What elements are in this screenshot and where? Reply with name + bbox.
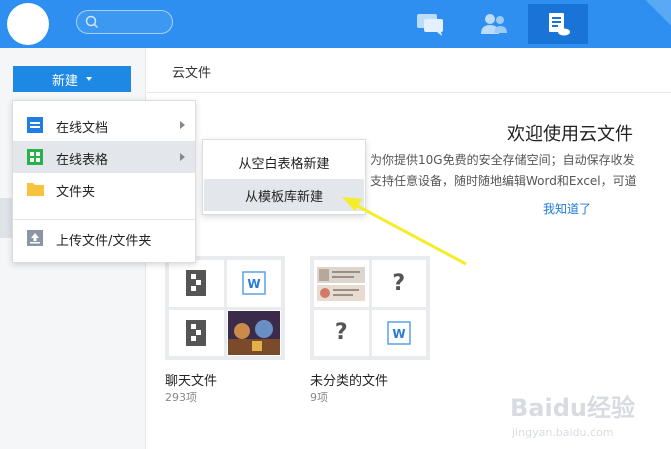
welcome-text-line-2: 支持任意设备，随时随地编辑Word和Excel，可道 — [370, 174, 637, 188]
new-button-label: 新建 — [51, 72, 78, 88]
contacts-icon — [481, 14, 507, 34]
search-icon — [85, 15, 99, 29]
word-doc-icon: W — [242, 271, 266, 295]
thumb-tile: W — [371, 309, 426, 356]
watermark-logo: Baidu经验 — [510, 394, 635, 422]
sheet-submenu: 从空白表格新建 从模板库新建 — [202, 139, 366, 215]
welcome-text-line-1: 为你提供10G免费的安全存储空间；自动保存收发 — [370, 153, 635, 167]
thumb-tile — [314, 260, 369, 307]
baidu-watermark: Baidu经验 jingyan.baidu.com — [510, 388, 670, 443]
files-icon — [549, 13, 570, 36]
menu-item-folder[interactable]: 文件夹 — [13, 173, 195, 205]
doc-icon — [27, 117, 43, 133]
svg-text:W: W — [392, 327, 405, 341]
svg-text:W: W — [247, 277, 260, 291]
corner-decoration — [641, 0, 671, 30]
folder-name[interactable]: 聊天文件 — [165, 370, 217, 389]
thumb-tile — [169, 309, 224, 356]
file-icon — [186, 319, 207, 346]
menu-item-label: 文件夹 — [56, 185, 96, 200]
unknown-file-icon: ? — [392, 270, 406, 296]
folder-chat-files[interactable]: W — [165, 256, 285, 360]
got-it-link[interactable]: 我知道了 — [543, 200, 591, 217]
sheet-icon — [27, 149, 43, 165]
folder-count: 9项 — [310, 391, 328, 404]
menu-item-online-doc[interactable]: 在线文档 — [13, 109, 195, 141]
menu-item-label: 在线文档 — [56, 121, 109, 136]
upload-icon — [27, 230, 43, 246]
chevron-right-icon — [180, 121, 185, 129]
unknown-file-icon: ? — [334, 320, 348, 346]
caret-down-icon — [86, 77, 92, 81]
page-title: 云文件 — [172, 66, 212, 81]
baidu-logo-icon: Baidu经验 jingyan.baidu.com — [510, 394, 635, 439]
nav-files[interactable] — [528, 4, 588, 44]
thumb-tile: ? — [314, 309, 369, 356]
chat-icon — [417, 14, 443, 36]
avatar[interactable] — [7, 3, 49, 45]
folder-uncategorized-files[interactable]: ? ? W — [310, 256, 430, 360]
thumb-tile: W — [226, 260, 281, 307]
menu-item-online-sheet[interactable]: 在线表格 — [13, 141, 195, 173]
thumb-tile: ? — [371, 260, 426, 307]
word-doc-icon: W — [387, 321, 411, 345]
submenu-item-from-template[interactable]: 从模板库新建 — [204, 179, 364, 211]
folder-count: 293项 — [165, 391, 197, 404]
thumb-tile — [226, 309, 281, 356]
nav-contacts[interactable] — [464, 4, 524, 44]
folder-name[interactable]: 未分类的文件 — [310, 370, 388, 389]
file-icon — [186, 270, 207, 297]
watermark-url: jingyan.baidu.com — [511, 426, 614, 439]
search-box[interactable] — [76, 10, 173, 34]
folder-icon — [27, 183, 44, 196]
submenu-item-blank-sheet[interactable]: 从空白表格新建 — [204, 146, 364, 178]
nav-chat[interactable] — [400, 4, 460, 44]
chevron-right-icon — [180, 153, 185, 161]
id-card-thumbnail-icon — [317, 267, 366, 302]
image-thumbnail-icon — [227, 310, 280, 355]
menu-divider — [13, 219, 195, 220]
menu-item-upload[interactable]: 上传文件/文件夹 — [13, 222, 195, 254]
welcome-title: 欢迎使用云文件 — [507, 124, 633, 145]
header-divider — [147, 92, 671, 93]
menu-item-label: 在线表格 — [56, 153, 109, 168]
menu-item-label: 上传文件/文件夹 — [56, 234, 152, 249]
new-button[interactable]: 新建 — [13, 66, 131, 92]
new-menu: 在线文档 在线表格 文件夹 上传文件/文件夹 — [12, 100, 196, 263]
thumb-tile — [169, 260, 224, 307]
top-bar — [0, 0, 671, 48]
